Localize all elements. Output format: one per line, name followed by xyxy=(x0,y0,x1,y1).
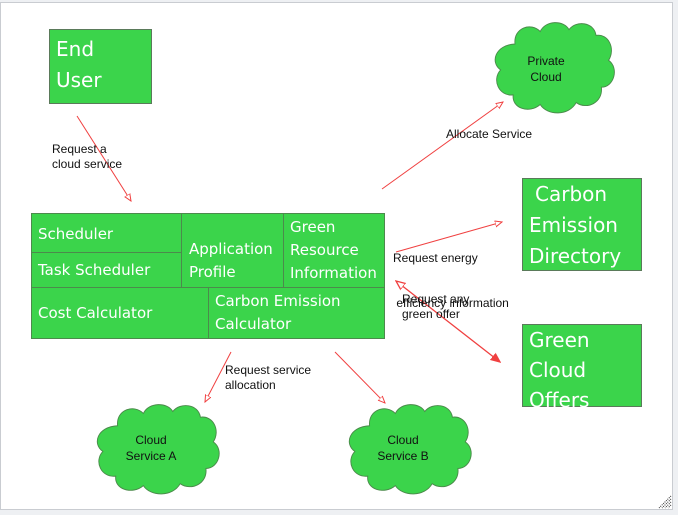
end-user-line2: User xyxy=(56,68,102,92)
green-offer-line1: Request any xyxy=(402,292,470,306)
arrow-allocate xyxy=(381,102,503,190)
cell-application-profile: Application Profile xyxy=(181,213,284,288)
green-offers-line1: Green xyxy=(529,328,590,352)
carbon-calc-line1: Carbon Emission xyxy=(215,292,341,310)
node-end-user: End User xyxy=(49,29,152,104)
green-offers-line3: Offers xyxy=(529,388,590,412)
cloud-b-label: Cloud Service B xyxy=(363,432,443,464)
app-profile-line2: Profile xyxy=(189,263,236,281)
resize-handle-icon[interactable] xyxy=(658,495,672,509)
cloud-b-line2: Service B xyxy=(377,449,429,463)
label-request-service-allocation: Request service allocation xyxy=(225,363,311,393)
request-energy-line1: Request energy xyxy=(393,251,478,265)
scheduler-label: Scheduler xyxy=(38,225,114,243)
cloud-a-label: Cloud Service A xyxy=(111,432,191,464)
cell-task-scheduler: Task Scheduler xyxy=(31,252,182,288)
task-scheduler-label: Task Scheduler xyxy=(38,261,151,279)
carbon-calc-line2: Calculator xyxy=(215,315,292,333)
label-allocate-service: Allocate Service xyxy=(446,127,533,141)
private-cloud-label: Private Cloud xyxy=(510,53,582,85)
request-cloud-line1: Request a xyxy=(52,142,107,156)
request-cloud-line2: cloud service xyxy=(52,157,123,171)
carbon-dir-line1: Carbon xyxy=(535,182,608,206)
end-user-line1: End xyxy=(56,37,95,61)
green-resource-line3: Information xyxy=(290,264,377,282)
private-cloud-line1: Private xyxy=(527,54,565,68)
cell-cost-calculator: Cost Calculator xyxy=(31,287,209,339)
node-carbon-directory: Carbon Emission Directory xyxy=(522,178,642,271)
cell-scheduler: Scheduler xyxy=(31,213,182,253)
green-resource-line2: Resource xyxy=(290,241,359,259)
node-green-offers: Green Cloud Offers xyxy=(522,324,642,412)
arrow-service-b xyxy=(334,351,385,403)
label-request-cloud: Request a cloud service xyxy=(52,142,122,172)
cell-green-resource: Green Resource Information xyxy=(283,213,385,288)
app-profile-line1: Application xyxy=(189,240,273,258)
cloud-a-line1: Cloud xyxy=(135,433,167,447)
green-resource-line1: Green xyxy=(290,218,336,236)
cell-carbon-calculator: Carbon Emission Calculator xyxy=(208,287,385,339)
carbon-dir-line3: Directory xyxy=(529,244,622,268)
service-alloc-line1: Request service xyxy=(225,363,312,377)
service-alloc-line2: allocation xyxy=(225,378,276,392)
cloud-b-line1: Cloud xyxy=(387,433,419,447)
green-offer-line2: green offer xyxy=(402,307,460,321)
cost-calculator-label: Cost Calculator xyxy=(38,304,153,322)
private-cloud-line2: Cloud xyxy=(530,70,562,84)
green-offers-line2: Cloud xyxy=(529,358,587,382)
carbon-dir-line2: Emission xyxy=(529,213,618,237)
label-request-green-offer: Request any green offer xyxy=(402,292,469,322)
cloud-a-line2: Service A xyxy=(125,449,177,463)
